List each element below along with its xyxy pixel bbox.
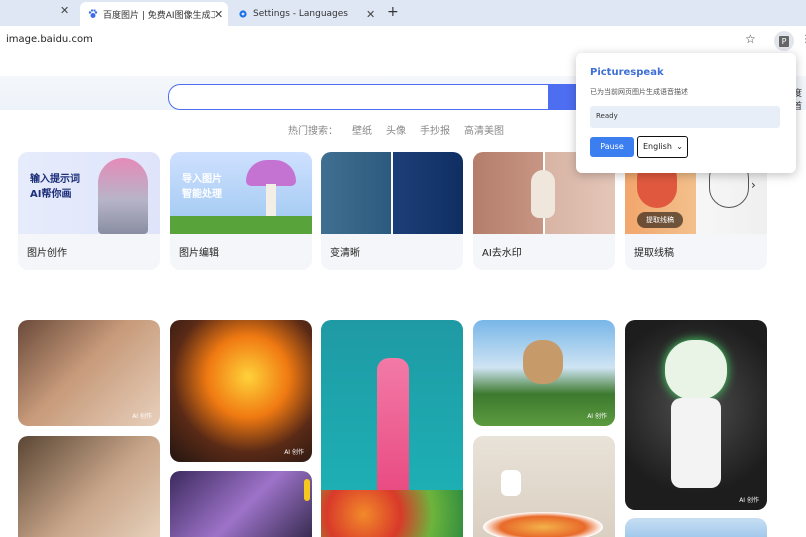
tab-label: Settings - Languages [253,9,348,19]
language-selected: English [643,142,672,151]
vase [531,170,555,218]
status-text: Ready [590,106,780,128]
blueberries-image [321,152,463,234]
category-art-text: 导入图片 智能处理 [182,174,222,200]
search-input[interactable] [168,84,548,110]
ai-tag: AI 创作 [132,413,152,420]
category-card-sharpen[interactable]: 变清晰 [321,152,463,270]
picturespeak-popup: Picturespeak 已为当前网页图片生成语音描述 Ready Pause … [576,53,796,173]
photo-cyber-girl[interactable] [170,471,312,537]
mushroom-stem [266,184,276,220]
hot-tag[interactable]: 壁纸 [352,122,372,137]
compare-divider [391,152,393,234]
tab-baidu-image[interactable]: 百度图片 | 免费AI图像生成工具 ✕ [80,2,228,26]
menu-icon[interactable]: ⋮ [801,34,806,45]
category-label: 图片编辑 [179,248,219,259]
tab-settings-languages[interactable]: Settings - Languages ✕ [232,2,382,26]
category-label: 变清晰 [330,248,360,259]
photo-queen[interactable] [18,436,160,537]
grass [170,216,312,234]
dog [523,340,563,384]
search-button[interactable] [548,84,578,110]
category-card-create[interactable]: 输入提示词 AI帮你画 图片创作 [18,152,160,270]
ai-tag: AI 创作 [739,497,759,504]
url-text[interactable]: image.baidu.com [6,34,93,45]
extension-button[interactable]: P [774,31,794,51]
ai-tag: AI 创作 [587,413,607,420]
robot-girl-image [98,158,148,234]
category-art-text: 输入提示词 AI帮你画 [30,174,80,200]
picturespeak-extension-icon: P [779,36,789,47]
pause-button[interactable]: Pause [590,137,634,157]
hot-tag[interactable]: 头像 [386,122,406,137]
plate [483,512,603,537]
popup-description: 已为当前网页图片生成语音描述 [590,88,688,96]
fruits [321,490,463,537]
popup-title: Picturespeak [590,67,664,78]
chevron-down-icon: ⌄ [676,142,683,151]
mushroom-image [246,160,296,186]
close-icon[interactable]: ✕ [366,8,375,21]
ai-tag: AI 创作 [284,449,304,456]
tab-label: 百度图片 | 免费AI图像生成工具 [103,10,215,21]
lineart-badge: 提取线稿 [637,212,683,228]
hot-tag[interactable]: 高清美图 [464,122,504,137]
photo-food-plate[interactable] [473,436,615,537]
category-label: 图片创作 [27,248,67,259]
hot-tag[interactable]: 手抄报 [420,122,450,137]
new-tab-button[interactable]: + [387,4,399,20]
scroll-accent [304,479,310,501]
gear-icon [239,10,247,18]
address-bar[interactable]: image.baidu.com ☆ [0,26,806,54]
photo-dog[interactable]: AI 创作 [473,320,615,426]
close-icon[interactable]: ✕ [214,8,223,21]
bottle [377,358,409,508]
close-icon[interactable]: ✕ [60,4,69,17]
figure-body [671,398,721,488]
chevron-right-icon[interactable]: › [751,178,756,192]
photo-drink-bottle[interactable] [321,320,463,537]
category-label: AI去水印 [482,248,522,259]
hot-search: 热门搜索： 壁纸 头像 手抄报 高清美图 [288,122,504,137]
category-card-edit[interactable]: 导入图片 智能处理 图片编辑 [170,152,312,270]
photo-campfire[interactable]: AI 创作 [170,320,312,462]
category-image: 导入图片 智能处理 [170,152,312,234]
hot-search-label: 热门搜索： [288,126,338,137]
tab-strip: ✕ 百度图片 | 免费AI图像生成工具 ✕ Settings - Languag… [0,0,806,26]
figure-head [665,340,727,400]
vase-flowers [501,470,521,496]
baidu-paw-icon [88,9,98,18]
photo-woman[interactable]: AI 创作 [18,320,160,426]
category-image: 输入提示词 AI帮你画 [18,152,160,234]
language-select[interactable]: English ⌄ [637,136,688,158]
bookmark-star-icon[interactable]: ☆ [745,32,756,46]
category-label: 提取线稿 [634,248,674,259]
photo-chibi-figure[interactable]: AI 创作 [625,320,767,510]
photo-sky[interactable] [625,518,767,537]
